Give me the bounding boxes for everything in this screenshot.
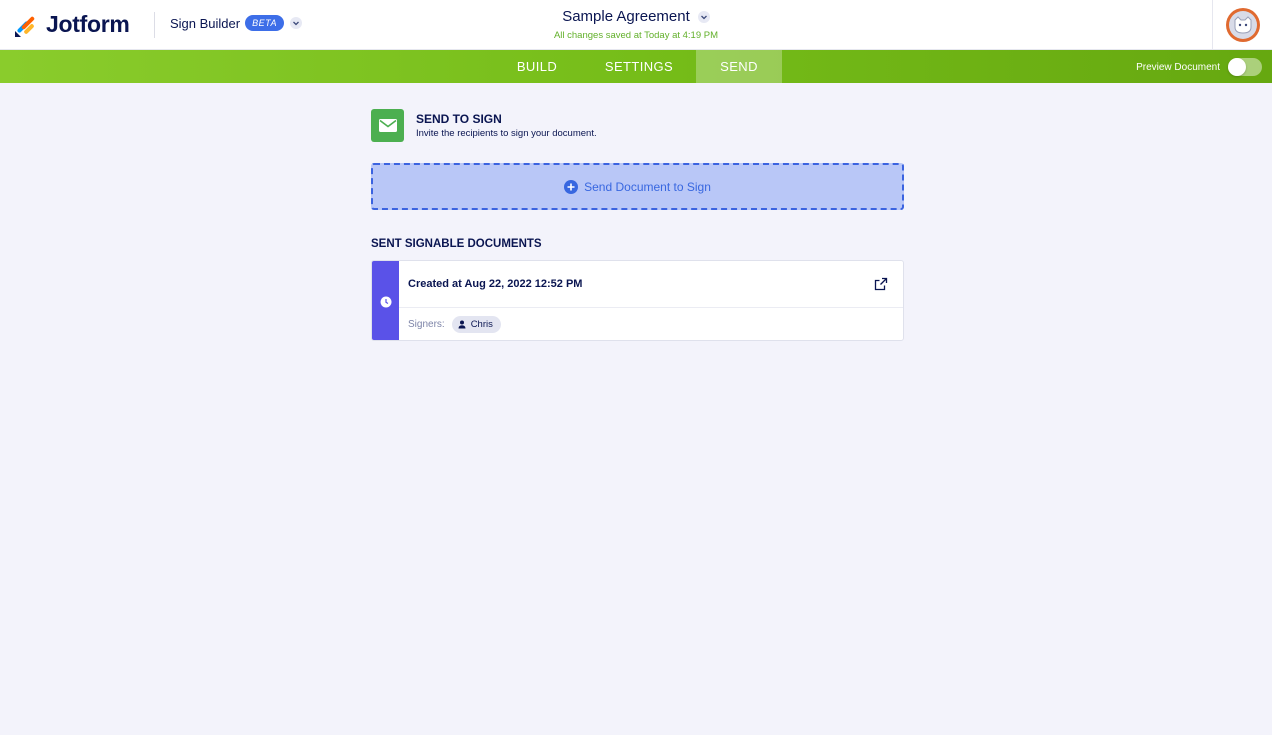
save-status: All changes saved at Today at 4:19 PM [553,30,719,41]
send-to-sign-text: SEND TO SIGN Invite the recipients to si… [416,112,597,139]
sent-document-card: Created at Aug 22, 2022 12:52 PM Signers… [371,260,904,341]
signer-chip: Chris [451,316,501,333]
document-title-area: Sample Agreement All changes saved at To… [0,8,1272,41]
signers-label: Signers: [408,319,445,330]
signer-name: Chris [470,319,493,330]
preview-document-control: Preview Document [1136,58,1262,76]
toggle-knob [1228,58,1246,76]
tab-settings[interactable]: SETTINGS [582,50,696,83]
tab-bar: BUILD SETTINGS SEND Preview Document [0,50,1272,83]
preview-document-toggle[interactable] [1228,58,1262,76]
plus-circle-icon [564,179,579,194]
tab-send[interactable]: SEND [696,50,782,83]
document-title[interactable]: Sample Agreement [562,8,710,25]
tabs: BUILD SETTINGS SEND [492,50,782,83]
document-title-text: Sample Agreement [562,8,690,25]
tab-build[interactable]: BUILD [492,50,582,83]
clock-icon [380,296,391,307]
avatar-area [1212,0,1272,50]
title-chevron-down-icon[interactable] [697,10,710,23]
top-header: Jotform Sign Builder BETA Sample Agreeme… [0,0,1272,50]
user-icon [458,320,466,329]
send-to-sign-title: SEND TO SIGN [416,112,502,126]
send-to-sign-header: SEND TO SIGN Invite the recipients to si… [371,109,597,142]
card-signers-row: Signers: Chris [399,308,903,340]
user-avatar[interactable] [1225,8,1260,42]
envelope-icon [371,109,404,142]
send-document-button-label: Send Document to Sign [584,179,711,194]
card-status-stripe [372,261,399,340]
sent-documents-title: SENT SIGNABLE DOCUMENTS [371,238,542,250]
open-external-icon[interactable] [874,277,888,291]
preview-document-label: Preview Document [1136,61,1220,73]
created-date: Created at Aug 22, 2022 12:52 PM [408,278,583,290]
card-header: Created at Aug 22, 2022 12:52 PM [399,261,903,308]
send-to-sign-subtitle: Invite the recipients to sign your docum… [416,128,597,139]
send-document-button[interactable]: Send Document to Sign [371,163,904,210]
avatar-face-icon [1228,11,1257,39]
